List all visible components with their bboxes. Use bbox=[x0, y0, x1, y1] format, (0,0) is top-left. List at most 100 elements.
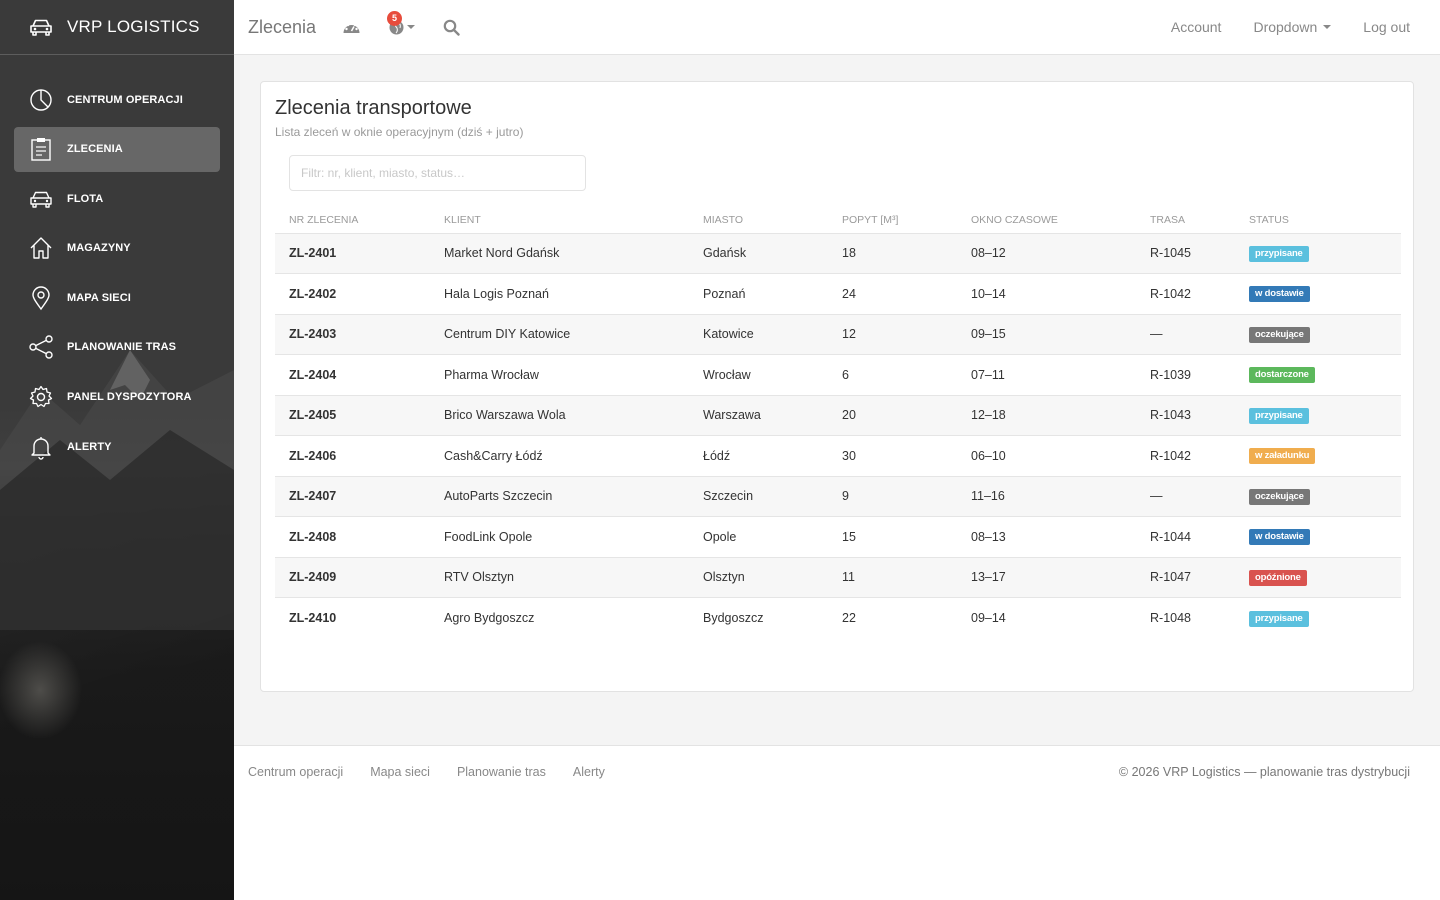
order-route: R-1042 bbox=[1136, 273, 1235, 315]
column-header-client[interactable]: KLIENT bbox=[430, 207, 689, 234]
order-city: Gdańsk bbox=[689, 233, 828, 274]
sidebar-item-label: ALERTY bbox=[67, 440, 112, 453]
order-demand: 12 bbox=[828, 314, 957, 355]
table-row[interactable]: ZL-2402 Hala Logis Poznań Poznań 24 10–1… bbox=[275, 273, 1401, 315]
order-city: Bydgoszcz bbox=[703, 611, 764, 625]
order-city: Szczecin bbox=[689, 476, 828, 517]
column-header-demand[interactable]: POPYT [M³] bbox=[828, 207, 957, 234]
sidebar-item-mapa-sieci[interactable]: MAPA SIECI bbox=[14, 275, 220, 320]
order-client: Brico Warszawa Wola bbox=[430, 395, 689, 436]
orders-card: Zlecenia transportowe Lista zleceń w okn… bbox=[260, 81, 1414, 692]
order-client: AutoParts Szczecin bbox=[430, 476, 689, 517]
sidebar-item-centrum-operacji[interactable]: CENTRUM OPERACJI bbox=[14, 77, 220, 122]
brand[interactable]: VRP LOGISTICS bbox=[0, 0, 234, 55]
gear-icon bbox=[29, 385, 53, 408]
clipboard-icon bbox=[31, 138, 51, 161]
sidebar-item-zlecenia[interactable]: ZLECENIA bbox=[14, 126, 220, 172]
sidebar-item-magazyny[interactable]: MAGAZYNY bbox=[14, 226, 220, 271]
order-window: 09–14 bbox=[971, 611, 1006, 625]
status-badge: dostarczone bbox=[1249, 367, 1315, 384]
sidebar-item-flota[interactable]: FLOTA bbox=[14, 176, 220, 221]
card-subtitle: Lista zleceń w oknie operacyjnym (dziś +… bbox=[275, 125, 524, 139]
dropdown-menu[interactable]: Dropdown bbox=[1253, 19, 1332, 35]
sidebar-item-label: PLANOWANIE TRAS bbox=[67, 341, 177, 354]
order-demand: 22 bbox=[842, 611, 856, 625]
order-id: ZL-2409 bbox=[275, 557, 430, 598]
order-route: R-1045 bbox=[1136, 233, 1235, 274]
sidebar-item-panel-dyspozytora[interactable]: PANEL DYSPOZYTORA bbox=[14, 375, 220, 420]
order-demand: 30 bbox=[828, 435, 957, 477]
order-status-cell: w załadunku bbox=[1235, 435, 1401, 477]
account-link[interactable]: Account bbox=[1171, 19, 1222, 35]
order-route: — bbox=[1136, 314, 1235, 355]
footer-link-centrum-operacji[interactable]: Centrum operacji bbox=[248, 765, 343, 779]
column-header-city[interactable]: MIASTO bbox=[689, 207, 828, 234]
page-title: Zlecenia bbox=[248, 16, 317, 37]
order-client: Pharma Wrocław bbox=[430, 354, 689, 396]
chevron-down-icon bbox=[1323, 25, 1332, 29]
user-menu: Account Dropdown Log out bbox=[1139, 19, 1410, 35]
status-badge: przypisane bbox=[1249, 245, 1309, 262]
footer-link-alerty[interactable]: Alerty bbox=[573, 765, 605, 779]
dropdown-label: Dropdown bbox=[1253, 19, 1318, 35]
order-status-cell: dostarczone bbox=[1235, 354, 1401, 396]
status-badge: przypisane bbox=[1249, 610, 1309, 627]
order-id: ZL-2407 bbox=[275, 476, 430, 517]
map-pin-icon bbox=[32, 286, 50, 311]
order-status-cell: w dostawie bbox=[1235, 273, 1401, 315]
order-demand: 11 bbox=[828, 557, 957, 598]
column-header-id[interactable]: NR ZLECENIA bbox=[275, 207, 430, 234]
order-demand: 24 bbox=[828, 273, 957, 315]
share-icon bbox=[29, 335, 53, 360]
table-row[interactable]: ZL-2407 AutoParts Szczecin Szczecin 9 11… bbox=[275, 476, 1401, 517]
order-client: FoodLink Opole bbox=[430, 516, 689, 558]
status-badge: w dostawie bbox=[1249, 286, 1310, 303]
brand-name: VRP LOGISTICS bbox=[67, 17, 200, 36]
bell-icon bbox=[31, 436, 51, 460]
search-button[interactable] bbox=[443, 19, 460, 36]
sidebar-item-alerty[interactable]: ALERTY bbox=[14, 424, 220, 469]
sidebar-item-planowanie-tras[interactable]: PLANOWANIE TRAS bbox=[14, 325, 220, 370]
order-window: 08–13 bbox=[957, 516, 1136, 558]
order-client: Centrum DIY Katowice bbox=[430, 314, 689, 355]
filter-input[interactable] bbox=[289, 155, 586, 191]
table-row[interactable]: ZL-2401 Market Nord Gdańsk Gdańsk 18 08–… bbox=[275, 233, 1401, 274]
column-header-route[interactable]: TRASA bbox=[1136, 207, 1235, 234]
logout-link[interactable]: Log out bbox=[1363, 19, 1410, 35]
order-status-cell: w dostawie bbox=[1235, 516, 1401, 558]
sidebar-item-label: CENTRUM OPERACJI bbox=[67, 93, 183, 106]
order-status-cell: opóźnione bbox=[1235, 557, 1401, 598]
table-row[interactable]: ZL-2403 Centrum DIY Katowice Katowice 12… bbox=[275, 314, 1401, 355]
sidebar-nav: CENTRUM OPERACJI ZLECENIA FLOTA MAGAZYNY… bbox=[0, 55, 234, 469]
order-demand: 6 bbox=[828, 354, 957, 396]
order-window: 08–12 bbox=[957, 233, 1136, 274]
table-row[interactable]: ZL-2409 RTV Olsztyn Olsztyn 11 13–17 R-1… bbox=[275, 557, 1401, 598]
order-window: 07–11 bbox=[957, 354, 1136, 396]
main-content: Zlecenia transportowe Lista zleceń w okn… bbox=[234, 55, 1440, 745]
order-status-cell: przypisane bbox=[1235, 233, 1401, 274]
order-route: R-1047 bbox=[1136, 557, 1235, 598]
order-window: 10–14 bbox=[957, 273, 1136, 315]
column-header-window[interactable]: OKNO CZASOWE bbox=[957, 207, 1136, 234]
search-icon bbox=[443, 19, 460, 36]
table-row[interactable]: ZL-2404 Pharma Wrocław Wrocław 6 07–11 R… bbox=[275, 354, 1401, 396]
dashboard-button[interactable] bbox=[342, 19, 361, 35]
table-row[interactable]: ZL-2410 Agro Bydgoszcz Bydgoszcz 22 09–1… bbox=[275, 598, 1401, 639]
order-client: Hala Logis Poznań bbox=[430, 273, 689, 315]
notifications-button[interactable]: 5 bbox=[387, 10, 416, 35]
copyright: © 2026 VRP Logistics — planowanie tras d… bbox=[1118, 765, 1410, 779]
order-client: Cash&Carry Łódź bbox=[430, 435, 689, 477]
order-window: 13–17 bbox=[957, 557, 1136, 598]
footer-link-mapa-sieci[interactable]: Mapa sieci bbox=[370, 765, 430, 779]
order-id: ZL-2406 bbox=[275, 435, 430, 477]
status-badge: opóźnione bbox=[1249, 569, 1307, 586]
table-row[interactable]: ZL-2408 FoodLink Opole Opole 15 08–13 R-… bbox=[275, 516, 1401, 558]
sidebar-item-label: MAPA SIECI bbox=[67, 291, 131, 304]
order-id: ZL-2408 bbox=[275, 516, 430, 558]
footer-links: Centrum operacji Mapa sieci Planowanie t… bbox=[248, 765, 632, 779]
column-header-status[interactable]: STATUS bbox=[1235, 207, 1401, 234]
table-row[interactable]: ZL-2405 Brico Warszawa Wola Warszawa 20 … bbox=[275, 395, 1401, 436]
table-row[interactable]: ZL-2406 Cash&Carry Łódź Łódź 30 06–10 R-… bbox=[275, 435, 1401, 477]
footer-link-planowanie-tras[interactable]: Planowanie tras bbox=[457, 765, 546, 779]
sidebar: VRP LOGISTICS CENTRUM OPERACJI ZLECENIA bbox=[0, 0, 234, 900]
